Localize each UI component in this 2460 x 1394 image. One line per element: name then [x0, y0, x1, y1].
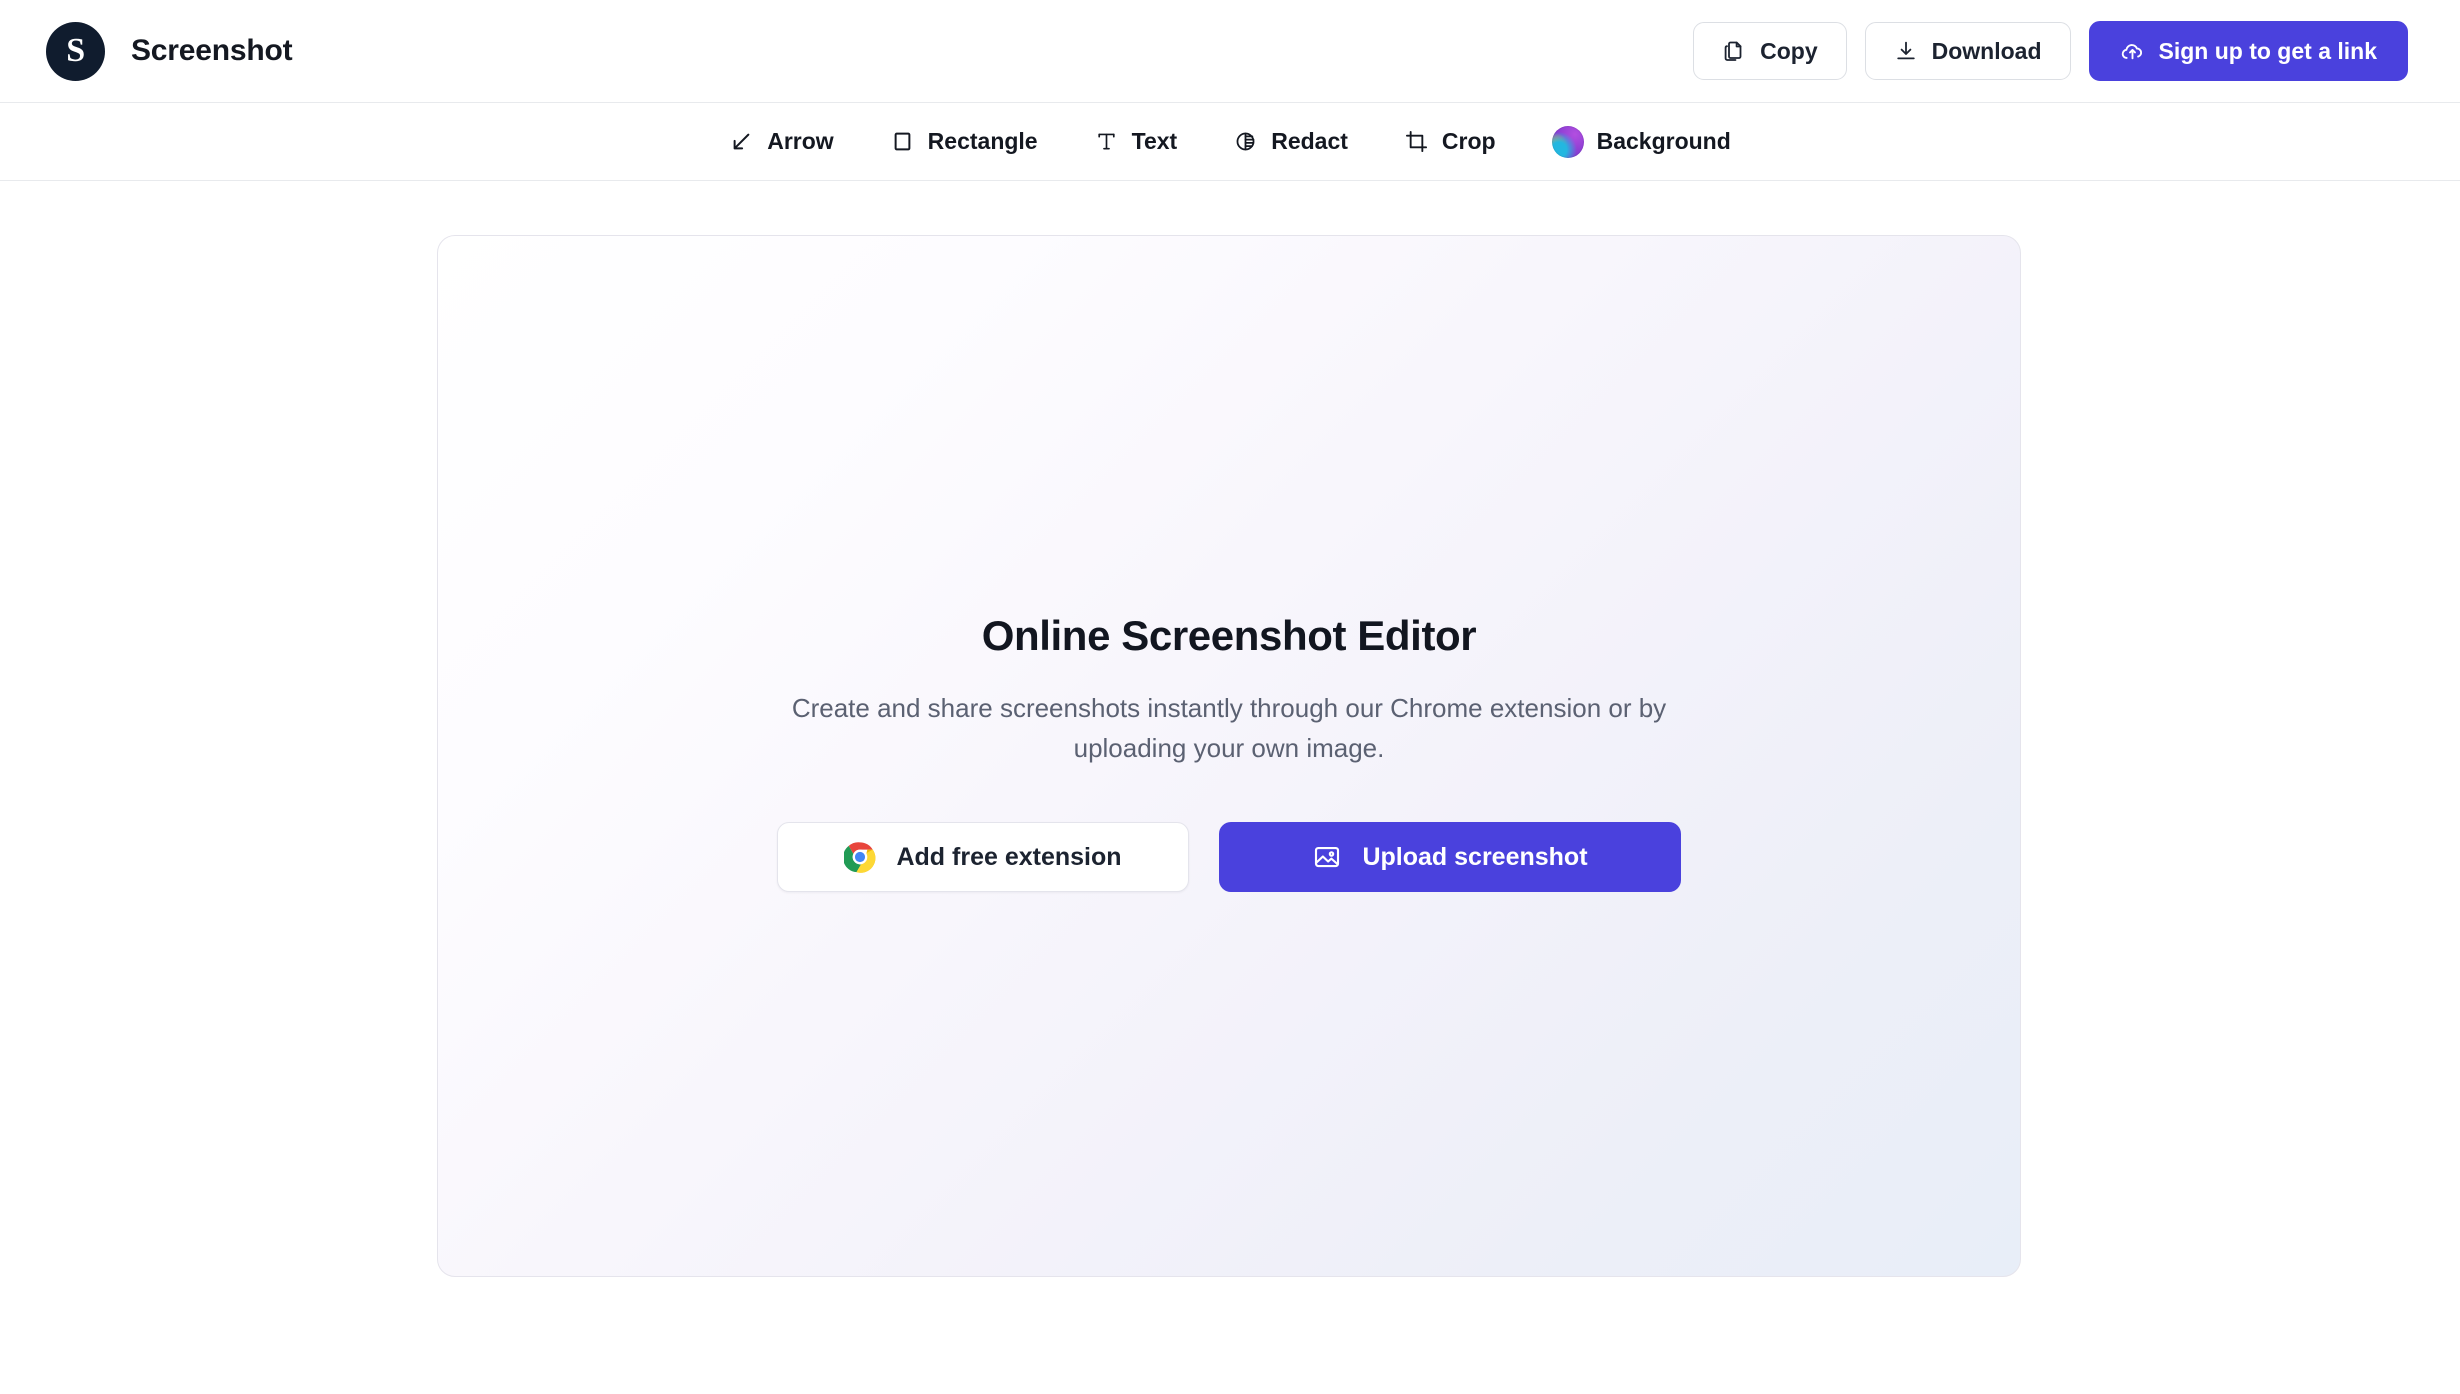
tool-rectangle-label: Rectangle [927, 128, 1038, 154]
image-icon [1312, 842, 1342, 872]
empty-state-title: Online Screenshot Editor [981, 612, 1477, 659]
empty-state-actions: Add free extension Upload screenshot [777, 822, 1681, 892]
copy-button-label: Copy [1760, 37, 1818, 64]
rectangle-icon [890, 129, 915, 154]
canvas-area: Online Screenshot Editor Create and shar… [0, 181, 2460, 1394]
tool-arrow[interactable]: Arrow [725, 122, 837, 161]
chrome-icon [844, 841, 876, 873]
signup-get-link-label: Sign up to get a link [2158, 37, 2378, 64]
editor-toolbar: Arrow Rectangle Text Redact Crop Backgro… [0, 103, 2460, 181]
tool-redact-label: Redact [1271, 128, 1348, 154]
tool-text[interactable]: Text [1090, 122, 1182, 161]
signup-get-link-button[interactable]: Sign up to get a link [2088, 21, 2408, 81]
copy-icon [1722, 39, 1746, 63]
empty-state: Online Screenshot Editor Create and shar… [438, 612, 2020, 892]
tool-background-label: Background [1596, 128, 1731, 154]
download-button[interactable]: Download [1864, 22, 2071, 80]
upload-screenshot-label: Upload screenshot [1362, 842, 1588, 871]
tool-arrow-label: Arrow [767, 128, 834, 154]
tool-rectangle[interactable]: Rectangle [886, 122, 1042, 161]
upload-screenshot-button[interactable]: Upload screenshot [1219, 822, 1681, 892]
tool-background[interactable]: Background [1548, 120, 1735, 164]
header-actions: Copy Download Sign up to get a link [1693, 21, 2408, 81]
screenshot-canvas[interactable]: Online Screenshot Editor Create and shar… [437, 235, 2021, 1277]
page-title: Screenshot [131, 34, 293, 67]
crop-icon [1404, 129, 1429, 154]
arrow-down-left-icon [729, 129, 754, 154]
add-free-extension-label: Add free extension [896, 842, 1122, 871]
empty-state-description: Create and share screenshots instantly t… [791, 693, 1667, 763]
brand: S Screenshot [46, 21, 293, 81]
download-button-label: Download [1931, 37, 2042, 64]
app-logo-icon: S [46, 21, 105, 81]
app-root: S Screenshot Copy Download Sign up to ge… [0, 0, 2460, 1394]
logo-letter: S [66, 32, 85, 69]
text-icon [1094, 129, 1119, 154]
tool-text-label: Text [1131, 128, 1178, 154]
cloud-upload-icon [2120, 39, 2145, 64]
redact-icon [1233, 129, 1258, 154]
tool-crop[interactable]: Crop [1400, 122, 1500, 161]
download-icon [1894, 39, 1918, 63]
tool-crop-label: Crop [1441, 128, 1496, 154]
background-gradient-icon [1551, 125, 1584, 158]
tool-redact[interactable]: Redact [1229, 122, 1352, 161]
add-free-extension-button[interactable]: Add free extension [777, 822, 1189, 892]
copy-button[interactable]: Copy [1693, 22, 1847, 80]
app-header: S Screenshot Copy Download Sign up to ge… [0, 0, 2460, 103]
